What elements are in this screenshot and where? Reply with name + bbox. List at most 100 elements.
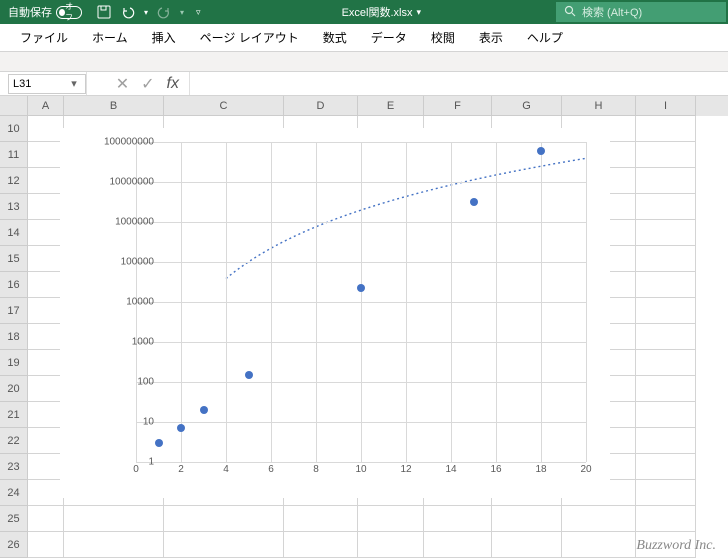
row-header[interactable]: 25: [0, 506, 28, 532]
row-header[interactable]: 12: [0, 168, 28, 194]
cell[interactable]: [28, 480, 64, 506]
cell[interactable]: [28, 506, 64, 532]
cell[interactable]: [636, 480, 696, 506]
cell[interactable]: [28, 194, 64, 220]
cell[interactable]: [164, 506, 284, 532]
row-header[interactable]: 17: [0, 298, 28, 324]
cell[interactable]: [636, 402, 696, 428]
cell[interactable]: [28, 532, 64, 558]
data-point[interactable]: [537, 147, 545, 155]
chevron-down-icon[interactable]: ▾: [67, 77, 81, 90]
tab-data[interactable]: データ: [359, 24, 419, 51]
cell[interactable]: [636, 272, 696, 298]
cell[interactable]: [28, 246, 64, 272]
cell[interactable]: [28, 402, 64, 428]
formula-input[interactable]: [190, 74, 728, 94]
cell[interactable]: [636, 506, 696, 532]
cell[interactable]: [636, 168, 696, 194]
row-header[interactable]: 20: [0, 376, 28, 402]
row-header[interactable]: 16: [0, 272, 28, 298]
cell[interactable]: [562, 532, 636, 558]
column-header[interactable]: F: [424, 96, 492, 116]
cell[interactable]: [636, 298, 696, 324]
save-icon[interactable]: [96, 4, 112, 20]
column-header[interactable]: C: [164, 96, 284, 116]
column-header[interactable]: G: [492, 96, 562, 116]
cell[interactable]: [636, 116, 696, 142]
chevron-down-icon[interactable]: ▾: [416, 7, 421, 18]
cell[interactable]: [636, 454, 696, 480]
cell[interactable]: [28, 116, 64, 142]
qat-overflow-icon[interactable]: ▿: [196, 7, 201, 18]
cell[interactable]: [636, 324, 696, 350]
tab-review[interactable]: 校閲: [419, 24, 467, 51]
cell[interactable]: [492, 532, 562, 558]
autosave-switch[interactable]: オフ: [56, 6, 82, 19]
cell[interactable]: [64, 506, 164, 532]
cell[interactable]: [636, 246, 696, 272]
data-point[interactable]: [357, 284, 365, 292]
tab-formulas[interactable]: 数式: [311, 24, 359, 51]
name-box[interactable]: L31 ▾: [8, 74, 86, 94]
cell[interactable]: [284, 532, 358, 558]
search-box[interactable]: 検索 (Alt+Q): [556, 2, 726, 22]
row-header[interactable]: 11: [0, 142, 28, 168]
column-header[interactable]: H: [562, 96, 636, 116]
cell[interactable]: [28, 142, 64, 168]
data-point[interactable]: [200, 406, 208, 414]
cell[interactable]: [636, 142, 696, 168]
cell[interactable]: [636, 376, 696, 402]
cell[interactable]: [28, 298, 64, 324]
worksheet[interactable]: ABCDEFGHI 101112131415161718192021222324…: [0, 96, 728, 560]
tab-insert[interactable]: 挿入: [140, 24, 188, 51]
select-all-corner[interactable]: [0, 96, 28, 116]
row-header[interactable]: 22: [0, 428, 28, 454]
row-header[interactable]: 24: [0, 480, 28, 506]
cell[interactable]: [562, 506, 636, 532]
cell[interactable]: [424, 506, 492, 532]
column-header[interactable]: D: [284, 96, 358, 116]
tab-view[interactable]: 表示: [467, 24, 515, 51]
cell[interactable]: [492, 506, 562, 532]
column-header[interactable]: A: [28, 96, 64, 116]
cell[interactable]: [28, 454, 64, 480]
cell[interactable]: [636, 194, 696, 220]
cell[interactable]: [28, 220, 64, 246]
autosave-toggle[interactable]: 自動保存 オフ: [0, 4, 90, 20]
cell[interactable]: [636, 350, 696, 376]
data-point[interactable]: [155, 439, 163, 447]
embedded-chart[interactable]: 1101001000100001000001000000100000001000…: [60, 128, 610, 498]
cell[interactable]: [28, 376, 64, 402]
cell[interactable]: [164, 532, 284, 558]
cell[interactable]: [28, 324, 64, 350]
row-header[interactable]: 23: [0, 454, 28, 480]
cell[interactable]: [636, 428, 696, 454]
tab-help[interactable]: ヘルプ: [515, 24, 575, 51]
column-header[interactable]: I: [636, 96, 696, 116]
column-header[interactable]: B: [64, 96, 164, 116]
row-header[interactable]: 18: [0, 324, 28, 350]
cell[interactable]: [636, 220, 696, 246]
data-point[interactable]: [470, 198, 478, 206]
data-point[interactable]: [177, 424, 185, 432]
chevron-down-icon[interactable]: ▾: [144, 8, 148, 17]
cell[interactable]: [358, 506, 424, 532]
fx-icon[interactable]: fx: [167, 75, 179, 93]
row-header[interactable]: 21: [0, 402, 28, 428]
tab-file[interactable]: ファイル: [8, 24, 80, 51]
tab-home[interactable]: ホーム: [80, 24, 140, 51]
cell[interactable]: [358, 532, 424, 558]
row-header[interactable]: 19: [0, 350, 28, 376]
row-header[interactable]: 14: [0, 220, 28, 246]
cell[interactable]: [28, 272, 64, 298]
cell[interactable]: [64, 532, 164, 558]
row-header[interactable]: 10: [0, 116, 28, 142]
cell[interactable]: [424, 532, 492, 558]
cell[interactable]: [28, 350, 64, 376]
undo-icon[interactable]: [120, 4, 136, 20]
cell[interactable]: [28, 168, 64, 194]
column-header[interactable]: E: [358, 96, 424, 116]
cell[interactable]: [284, 506, 358, 532]
cell[interactable]: [28, 428, 64, 454]
row-header[interactable]: 26: [0, 532, 28, 558]
